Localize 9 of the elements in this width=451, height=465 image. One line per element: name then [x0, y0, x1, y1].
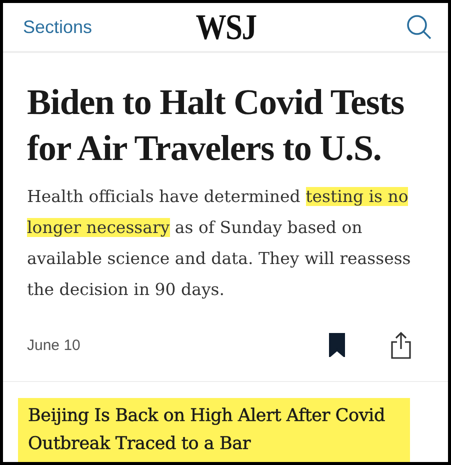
bookmark-icon[interactable] — [328, 333, 346, 357]
article-headline[interactable]: Beijing Is Back on High Alert After Covid Outbreak Traced to a Bar — [18, 398, 410, 462]
article-date: June 10 — [27, 336, 82, 354]
search-icon[interactable] — [406, 14, 432, 40]
sections-link[interactable]: Sections — [23, 16, 92, 38]
article-headline[interactable]: Biden to Halt Covid Tests for Air Travelers to U.S. — [27, 79, 424, 171]
article-summary: Health officials have determined testing is no longer necessary as of Sunday based on available science and data. They will reassess the decision in 90 days. — [27, 186, 412, 301]
share-icon[interactable] — [390, 331, 412, 359]
logo[interactable]: WSJ — [195, 6, 256, 48]
